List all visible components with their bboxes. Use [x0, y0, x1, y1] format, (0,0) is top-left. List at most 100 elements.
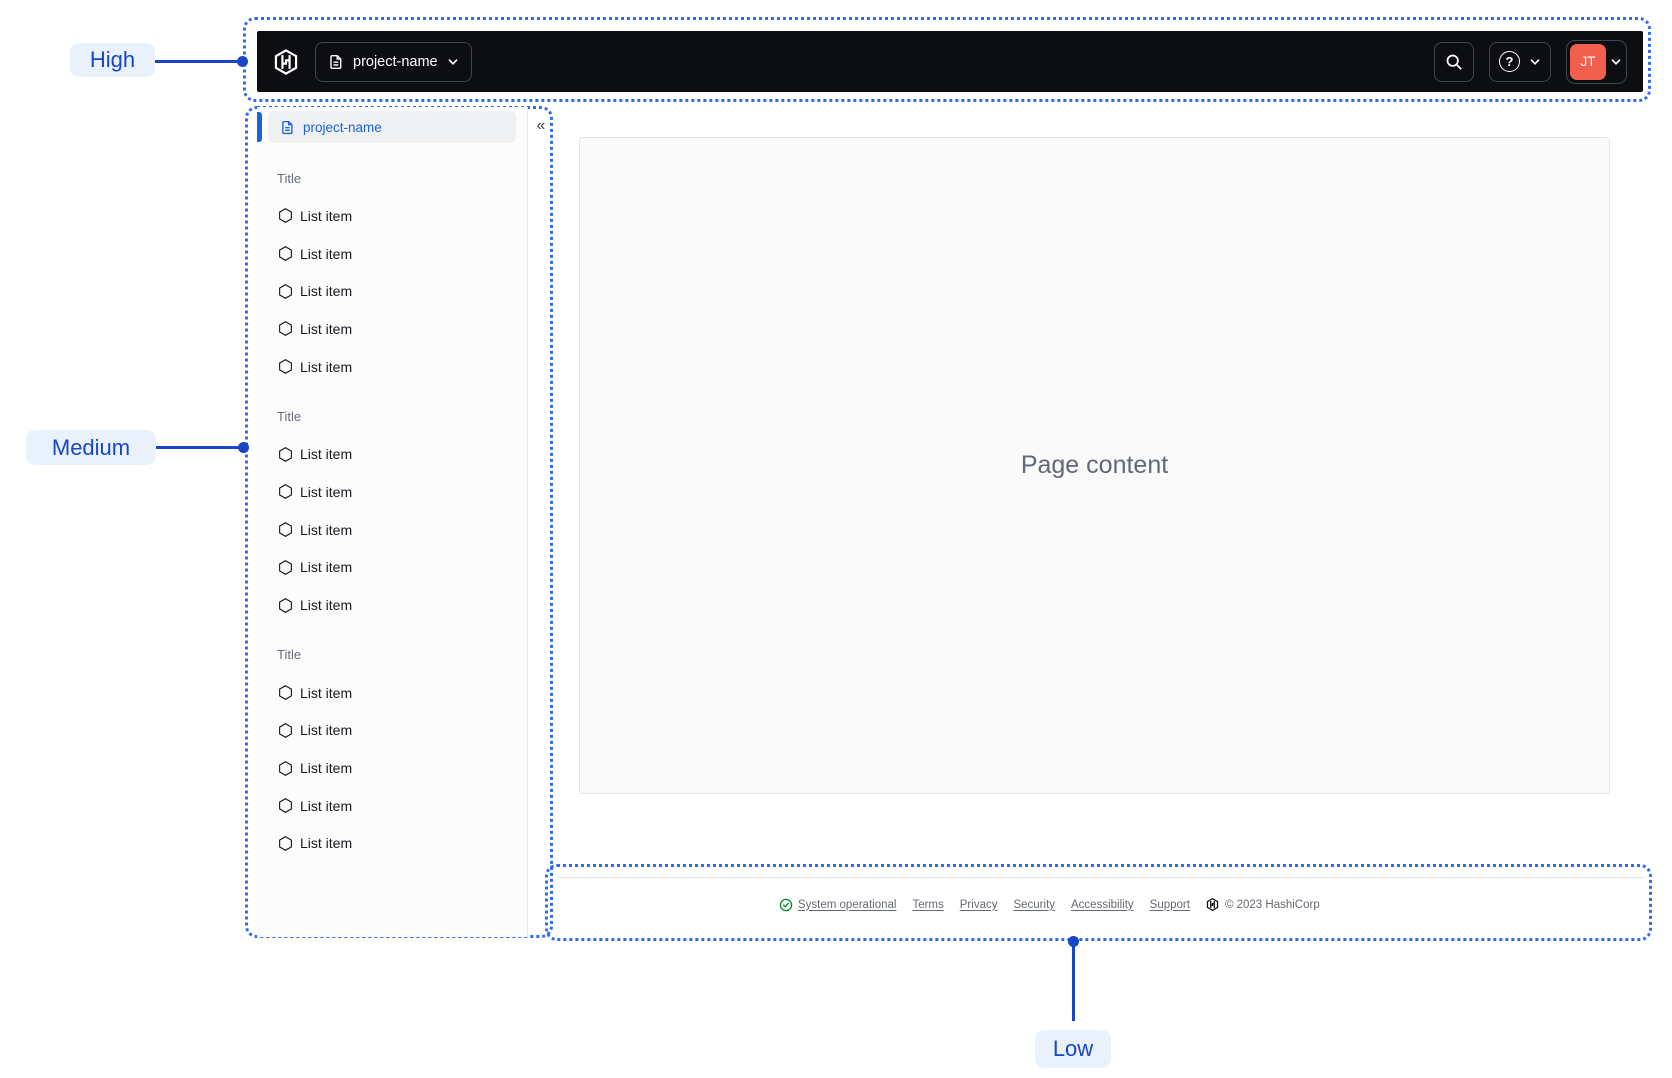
sidebar-collapse-button[interactable]: « [529, 114, 553, 138]
sidebar-item-label: List item [300, 283, 353, 300]
help-menu-button[interactable]: ? [1489, 41, 1551, 82]
hexagon-icon [279, 685, 292, 701]
sidebar-item-label: List item [300, 358, 353, 375]
chevron-down-icon [447, 56, 459, 68]
sidebar-list-item[interactable]: List item [257, 235, 527, 273]
sidebar-section: Title List item List item List item List… [257, 636, 527, 862]
footer-link[interactable]: Accessibility [1071, 899, 1134, 911]
sidebar-active-indicator [257, 112, 262, 142]
hashicorp-logo [1206, 898, 1219, 911]
check-circle-icon [779, 898, 793, 912]
account-menu-button[interactable]: JT [1566, 39, 1627, 84]
sidebar-item-label: List item [300, 722, 353, 739]
annotation-dot-high [237, 55, 248, 67]
chevron-down-icon [1529, 56, 1541, 68]
sidebar-list-item[interactable]: List item [257, 825, 527, 863]
sidebar-list-item[interactable]: List item [257, 674, 527, 712]
help-icon: ? [1499, 51, 1520, 72]
sidebar-item-label: List item [300, 207, 353, 224]
sidebar-list-item[interactable]: List item [257, 473, 527, 511]
sidebar-section: Title List item List item List item List… [257, 159, 527, 385]
project-selector-label: project-name [353, 53, 438, 70]
sidebar-section-items: List item List item List item List item … [257, 197, 527, 385]
footer-brand: © 2023 HashiCorp [1206, 898, 1320, 911]
sidebar-list-item[interactable]: List item [257, 197, 527, 235]
sidebar-list-item[interactable]: List item [257, 549, 527, 587]
annotation-dot-low [1067, 935, 1079, 947]
footer-links: Terms Privacy Security Accessibility Sup… [912, 899, 1189, 911]
annotation-label-low: Low [1035, 1030, 1111, 1068]
hexagon-icon [279, 283, 292, 299]
sidebar-section-items: List item List item List item List item … [257, 435, 527, 623]
page-content-placeholder: Page content [1020, 451, 1169, 479]
hexagon-icon [279, 559, 292, 575]
chevron-down-icon [1606, 56, 1626, 68]
sidebar-section-title: Title [277, 170, 302, 186]
search-button[interactable] [1434, 41, 1474, 82]
user-avatar: JT [1570, 43, 1606, 80]
hashicorp-logo [273, 48, 299, 75]
annotation-label-high: High [70, 43, 155, 77]
sidebar-item-label: List item [300, 684, 353, 701]
top-navbar: project-name ? JT [257, 31, 1643, 92]
sidebar-item-label: List item [300, 483, 353, 500]
hexagon-icon [279, 798, 292, 814]
hexagon-icon [279, 208, 292, 224]
footer-link[interactable]: Security [1013, 899, 1055, 911]
footer-link[interactable]: Terms [912, 899, 943, 911]
sidebar-list-item[interactable]: List item [257, 272, 527, 310]
annotation-dot-medium [238, 441, 249, 453]
sidebar-list-item[interactable]: List item [257, 586, 527, 624]
sidebar-item-label: List item [300, 245, 353, 262]
hexagon-icon [279, 597, 292, 613]
sidebar-item-label: List item [300, 797, 353, 814]
annotation-connector-high [155, 60, 238, 63]
annotation-label-medium: Medium [26, 430, 156, 465]
sidebar-list-item[interactable]: List item [257, 712, 527, 750]
hexagon-icon [279, 246, 292, 261]
system-status-link[interactable]: System operational [779, 898, 896, 912]
sidebar-item-label: List item [300, 597, 353, 614]
sidebar-item-label: List item [300, 760, 353, 777]
sidebar-item-project-name[interactable]: project-name [268, 111, 516, 143]
file-text-icon [280, 120, 295, 135]
sidebar-section: Title List item List item List item List… [257, 397, 527, 623]
sidebar-nav-sections: Title List item List item List item List… [257, 159, 527, 862]
footer-link[interactable]: Support [1150, 899, 1190, 911]
hexagon-icon [279, 522, 292, 538]
sidebar-list-item[interactable]: List item [257, 348, 527, 386]
sidebar-list-item[interactable]: List item [257, 511, 527, 549]
footer-link[interactable]: Privacy [960, 899, 998, 911]
hexagon-icon [279, 484, 292, 500]
search-icon [1445, 53, 1463, 71]
sidebar: project-name Title List item List item L… [257, 107, 528, 937]
navbar-right-cluster: ? JT [1434, 39, 1627, 84]
sidebar-section-items: List item List item List item List item … [257, 674, 527, 862]
sidebar-active-item-label: project-name [303, 119, 382, 135]
annotation-connector-low [1072, 941, 1075, 1021]
sidebar-item-label: List item [300, 521, 353, 538]
sidebar-item-label: List item [300, 835, 353, 852]
system-status-label: System operational [798, 898, 897, 911]
sidebar-list-item[interactable]: List item [257, 749, 527, 787]
hexagon-icon [279, 359, 292, 375]
screenshot-canvas: High Medium Low project-name ? JT projec… [0, 0, 1672, 1078]
footer: System operational Terms Privacy Securit… [557, 877, 1645, 931]
annotation-connector-medium [156, 446, 239, 449]
hexagon-icon [279, 836, 292, 851]
file-text-icon [328, 54, 344, 70]
footer-row: System operational Terms Privacy Securit… [779, 878, 1320, 931]
sidebar-list-item[interactable]: List item [257, 435, 527, 473]
sidebar-item-label: List item [300, 559, 353, 576]
copyright-text: © 2023 HashiCorp [1224, 898, 1320, 911]
hexagon-icon [279, 760, 292, 776]
sidebar-section-title: Title [277, 647, 302, 663]
sidebar-list-item[interactable]: List item [257, 787, 527, 825]
sidebar-section-title: Title [277, 408, 302, 424]
sidebar-item-label: List item [300, 446, 353, 463]
hexagon-icon [279, 446, 292, 462]
hexagon-icon [279, 722, 292, 738]
sidebar-list-item[interactable]: List item [257, 310, 527, 348]
hexagon-icon [279, 321, 292, 337]
project-selector-button[interactable]: project-name [315, 41, 472, 82]
